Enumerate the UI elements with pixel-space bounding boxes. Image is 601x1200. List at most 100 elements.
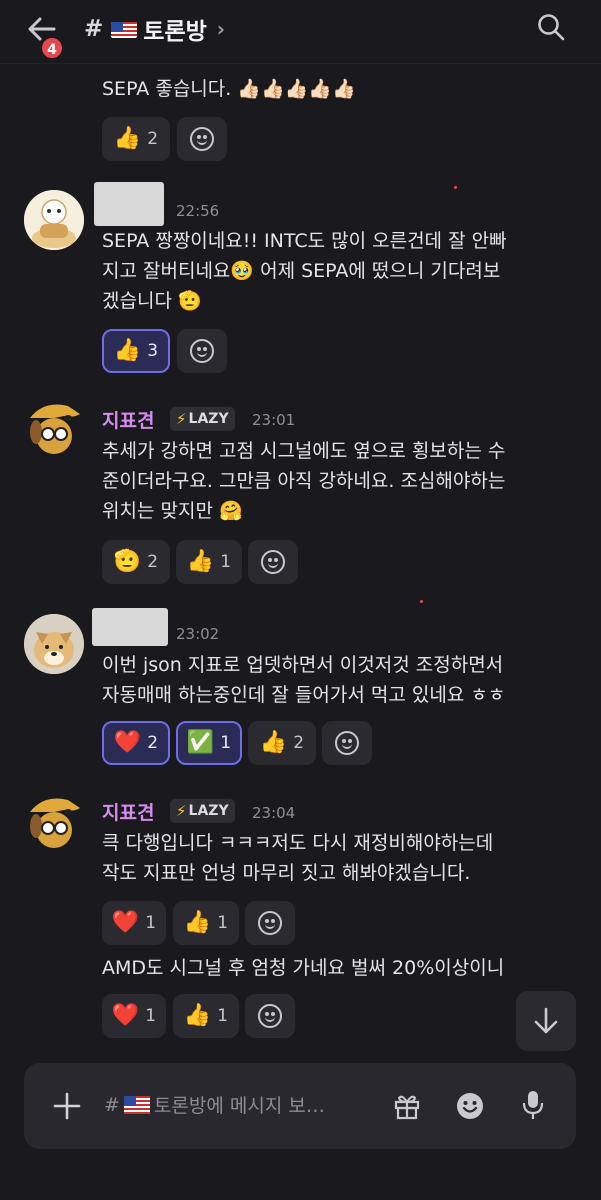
hash-icon: # (84, 16, 104, 42)
role-tag: ⚡ LAZY (170, 407, 235, 431)
heart-emoji: ❤️ (113, 730, 142, 755)
reaction-count: 1 (145, 913, 157, 933)
message-text: 큭 다행입니다 ㅋㅋㅋ저도 다시 재정비해야하는데 작도 지표만 언넝 마무리 … (102, 828, 582, 888)
add-reaction-button[interactable] (177, 117, 227, 161)
salute-emoji: 🫡 (113, 549, 142, 574)
emoji-add-icon (258, 1004, 282, 1028)
reaction-count: 1 (145, 1006, 157, 1026)
us-flag-icon (123, 1095, 150, 1114)
microphone-button[interactable] (520, 1089, 546, 1121)
username[interactable]: 지표견 (102, 798, 154, 825)
bottom-safe-area (0, 1170, 601, 1200)
channel-header: 4 # 토론방 › (0, 0, 601, 64)
add-reaction-button[interactable] (245, 994, 295, 1038)
gift-icon (394, 1095, 420, 1120)
reaction-thumbs-up[interactable]: 👍 2 (248, 721, 316, 765)
message-line: 이번 json 지표로 업뎃하면서 이것저것 조정하면서 (102, 654, 504, 676)
redacted-username (94, 182, 164, 226)
message-input[interactable]: # 토론방에 메시지 보… (104, 1091, 325, 1118)
us-flag-icon (111, 20, 138, 38)
add-reaction-button[interactable] (245, 901, 295, 945)
reaction-heart[interactable]: ❤️ 1 (102, 994, 166, 1038)
heart-emoji: ❤️ (111, 910, 140, 935)
username[interactable]: 지표견 (102, 406, 154, 433)
reaction-count: 2 (147, 552, 159, 572)
emoji-icon (457, 1093, 483, 1119)
channel-name: 토론방 (143, 19, 207, 45)
message-text: SEPA 좋습니다. 👍🏻👍🏻👍🏻👍🏻👍🏻 (102, 78, 356, 100)
message-time: 23:02 (176, 625, 220, 643)
role-label: LAZY (188, 803, 229, 819)
message-composer[interactable]: # 토론방에 메시지 보… (24, 1063, 576, 1149)
unread-badge: 4 (40, 36, 64, 60)
avatar[interactable] (24, 614, 84, 674)
message-line: 지고 잘버티네요🥹 어제 SEPA에 떴으니 기다려보 (102, 260, 501, 282)
message-line: 자동매매 하는중인데 잘 들어가서 먹고 있네요 ㅎㅎ (102, 684, 506, 706)
arrow-down-icon (534, 1007, 558, 1034)
thumbs-up-emoji: 👍 (183, 910, 212, 935)
message-line: 겠습니다 🫡 (102, 290, 202, 312)
emoji-button[interactable] (455, 1091, 485, 1121)
message-line: 작도 지표만 언넝 마무리 짓고 해봐야겠습니다. (102, 862, 471, 884)
search-button[interactable] (536, 12, 572, 48)
reaction-heart[interactable]: ❤️ 1 (102, 901, 166, 945)
message-line: 위치는 맞지만 🤗 (102, 500, 243, 522)
heart-emoji: ❤️ (111, 1003, 140, 1028)
message-line: 큭 다행입니다 ㅋㅋㅋ저도 다시 재정비해야하는데 (102, 832, 494, 854)
reaction-thumbs-up[interactable]: 👍 1 (176, 540, 242, 584)
emoji-add-icon (190, 339, 214, 363)
add-attachment-button[interactable] (52, 1091, 82, 1121)
message-text: AMD도 시그널 후 엄청 가네요 벌써 20%이상이니 (102, 957, 505, 979)
microphone-icon (522, 1091, 544, 1119)
reaction-thumbs-up[interactable]: 👍 3 (102, 329, 170, 373)
thumbs-up-emoji: 👍 (113, 126, 142, 151)
gift-button[interactable] (392, 1091, 422, 1121)
role-tag: ⚡ LAZY (170, 799, 235, 823)
reaction-heart[interactable]: ❤️ 2 (102, 721, 170, 765)
scroll-to-bottom-button[interactable] (516, 991, 576, 1051)
reaction-count: 1 (220, 552, 232, 572)
add-reaction-button[interactable] (322, 721, 372, 765)
role-label: LAZY (188, 411, 229, 427)
reaction-count: 3 (147, 341, 159, 361)
message-text: 이번 json 지표로 업뎃하면서 이것저것 조정하면서 자동매매 하는중인데 … (102, 650, 582, 710)
reaction-count: 1 (217, 913, 229, 933)
redacted-username (92, 608, 168, 646)
message-time: 22:56 (176, 202, 220, 220)
message-line: SEPA 짱짱이네요!! INTC도 많이 오른건데 잘 안빠 (102, 230, 507, 252)
message-line: 추세가 강하면 고점 시그널에도 옆으로 횡보하는 수 (102, 440, 506, 462)
thumbs-up-emoji: 👍 (186, 549, 215, 574)
reaction-thumbs-up[interactable]: 👍 1 (173, 994, 239, 1038)
reaction-salute[interactable]: 🫡 2 (102, 540, 170, 584)
lightning-icon: ⚡ (176, 802, 187, 820)
reaction-thumbs-up[interactable]: 👍 1 (173, 901, 239, 945)
message-text: 추세가 강하면 고점 시그널에도 옆으로 횡보하는 수 준이더라구요. 그만큼 … (102, 436, 582, 526)
add-reaction-button[interactable] (177, 329, 227, 373)
thumbs-up-emoji: 👍 (183, 1003, 212, 1028)
avatar[interactable] (24, 792, 84, 852)
channel-title[interactable]: # 토론방 › (84, 12, 225, 46)
avatar[interactable] (24, 398, 84, 458)
reaction-count: 2 (147, 733, 159, 753)
reaction-count: 1 (217, 1006, 229, 1026)
message-text: SEPA 짱짱이네요!! INTC도 많이 오른건데 잘 안빠 지고 잘버티네요… (102, 226, 582, 316)
search-icon (538, 14, 565, 41)
check-mark-emoji: ✅ (186, 730, 215, 755)
emoji-add-icon (258, 911, 282, 935)
placeholder-text: 토론방에 메시지 보… (153, 1095, 325, 1117)
add-reaction-button[interactable] (248, 540, 298, 584)
reaction-check[interactable]: ✅ 1 (176, 721, 242, 765)
emoji-add-icon (261, 550, 285, 574)
thumbs-up-emoji: 👍 (259, 730, 288, 755)
avatar[interactable] (24, 190, 84, 250)
reaction-count: 2 (147, 129, 159, 149)
emoji-add-icon (335, 731, 359, 755)
chevron-right-icon: › (216, 17, 226, 41)
reaction-count: 2 (293, 733, 305, 753)
lightning-icon: ⚡ (176, 410, 187, 428)
reaction-thumbs-up[interactable]: 👍 2 (102, 117, 170, 161)
placeholder-hash: # (104, 1093, 120, 1116)
red-dot (420, 600, 423, 603)
message-line: 준이더라구요. 그만큼 아직 강하네요. 조심해야하는 (102, 470, 506, 492)
emoji-add-icon (190, 127, 214, 151)
